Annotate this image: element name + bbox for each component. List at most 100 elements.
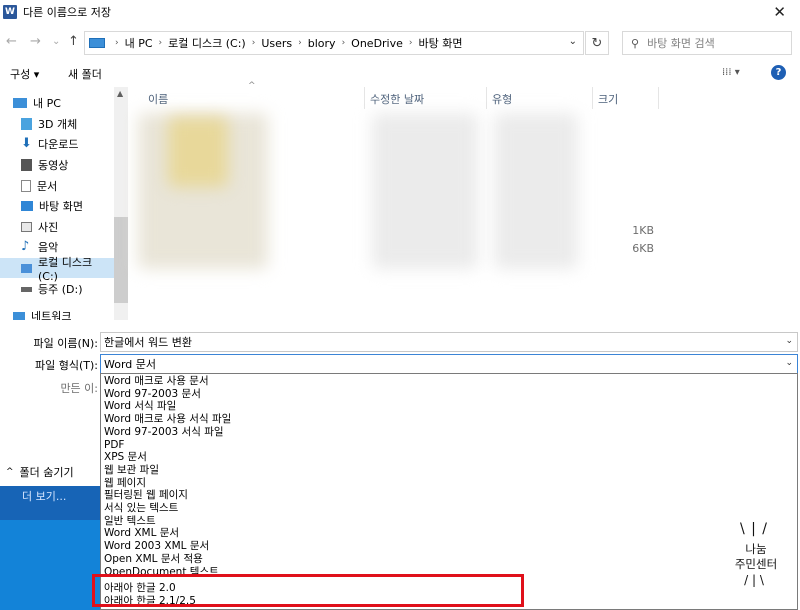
filetype-option[interactable]: XPS 문서: [104, 451, 147, 464]
navigation-pane: 내 PC 3D 개체 ⬇ 다운로드 동영상 문서 바탕 화면 사진 ♪ 음악 로…: [0, 87, 128, 320]
search-placeholder: 바탕 화면 검색: [647, 37, 715, 50]
breadcrumb-separator: ›: [408, 38, 413, 48]
title-bar: W 다른 이름으로 저장 ✕: [0, 0, 800, 24]
sidebar-item-network[interactable]: 네트워크: [0, 306, 114, 320]
filetype-option[interactable]: Word 97-2003 문서: [104, 388, 201, 401]
filetype-option[interactable]: 일반 텍스트: [104, 515, 156, 528]
sidebar-item-this-pc[interactable]: 내 PC: [0, 93, 114, 113]
blurred-file-types: [494, 113, 578, 269]
download-icon: ⬇: [21, 136, 32, 151]
breadcrumb-separator: ›: [158, 38, 163, 48]
file-size: 6KB: [632, 242, 654, 255]
word-app-icon: W: [3, 5, 17, 19]
column-header-name[interactable]: 이름: [148, 91, 168, 107]
watermark-rays-icon: \ | /: [739, 521, 769, 537]
hide-folders-button[interactable]: ^ 폴더 숨기기: [0, 460, 100, 484]
refresh-icon[interactable]: ↻: [585, 31, 609, 55]
sidebar-item-label: 바탕 화면: [39, 200, 83, 213]
filetype-option[interactable]: Word 매크로 사용 문서: [104, 375, 209, 388]
back-arrow-icon[interactable]: ←: [6, 34, 17, 49]
breadcrumb-users[interactable]: Users: [261, 37, 292, 50]
filetype-option[interactable]: Word 매크로 사용 서식 파일: [104, 413, 231, 426]
organize-button[interactable]: 구성 ▾: [10, 66, 39, 82]
desktop-behind-text: 더 보기...: [22, 490, 67, 503]
pc-icon: [89, 38, 105, 48]
breadcrumb-pc[interactable]: 내 PC: [125, 35, 153, 51]
picture-icon: [21, 222, 32, 232]
breadcrumb-onedrive[interactable]: OneDrive: [351, 37, 403, 50]
sidebar-scrollbar-thumb[interactable]: [114, 217, 128, 303]
sidebar-item-local-disk-c[interactable]: 로컬 디스크 (C:): [0, 256, 114, 283]
desktop-background-strip: 더 보기...: [0, 486, 100, 520]
music-icon: ♪: [21, 239, 30, 254]
filetype-option[interactable]: Word 97-2003 서식 파일: [104, 426, 224, 439]
breadcrumb-separator: ›: [251, 38, 256, 48]
forward-arrow-icon[interactable]: →: [30, 34, 41, 49]
cube-icon: [21, 118, 32, 130]
sidebar-item-label: 다운로드: [38, 138, 79, 151]
video-icon: [21, 159, 32, 171]
chevron-down-icon[interactable]: ⌄: [785, 358, 793, 368]
sidebar-item-label: 네트워크: [31, 310, 72, 320]
column-header-type[interactable]: 유형: [492, 91, 512, 107]
navigation-row: ← → ⌄ ↑ › 내 PC › 로컬 디스크 (C:) › Users › b…: [0, 28, 800, 58]
filetype-option[interactable]: Word 서식 파일: [104, 400, 176, 413]
close-icon[interactable]: ✕: [773, 3, 786, 21]
filetype-option[interactable]: 필터링된 웹 페이지: [104, 489, 188, 502]
file-size: 1KB: [632, 224, 654, 237]
recent-locations-icon[interactable]: ⌄: [52, 36, 60, 47]
address-bar[interactable]: › 내 PC › 로컬 디스크 (C:) › Users › blory › O…: [84, 31, 584, 55]
address-dropdown-icon[interactable]: ⌄: [569, 36, 577, 47]
sidebar-item-desktop[interactable]: 바탕 화면: [0, 196, 114, 216]
filetype-option[interactable]: 서식 있는 텍스트: [104, 502, 178, 515]
filetype-option[interactable]: 웹 페이지: [104, 477, 146, 490]
help-icon[interactable]: ?: [771, 65, 786, 80]
network-icon: [13, 311, 25, 320]
breadcrumb: › 내 PC › 로컬 디스크 (C:) › Users › blory › O…: [109, 35, 463, 51]
watermark-rays-bottom-icon: / | \: [744, 573, 764, 587]
column-divider: [658, 87, 659, 109]
new-folder-button[interactable]: 새 폴더: [68, 66, 102, 82]
toolbar: 구성 ▾ 새 폴더 ⁞⁞⁞ ▾ ?: [0, 62, 800, 84]
desktop-icon: [21, 201, 33, 211]
filename-label: 파일 이름(N):: [33, 337, 99, 350]
breadcrumb-drive[interactable]: 로컬 디스크 (C:): [168, 35, 246, 51]
view-options-icon[interactable]: ⁞⁞⁞ ▾: [722, 67, 740, 78]
sidebar-item-drive-d[interactable]: 등주 (D:): [0, 279, 114, 299]
red-highlight-box: [92, 574, 524, 607]
search-input[interactable]: ⚲ 바탕 화면 검색: [622, 31, 792, 55]
filename-value: 한글에서 워드 변환: [104, 336, 192, 349]
breadcrumb-user[interactable]: blory: [308, 37, 336, 50]
sidebar-item-videos[interactable]: 동영상: [0, 155, 114, 175]
column-header-size[interactable]: 크기: [598, 91, 618, 107]
sidebar-item-label: 문서: [37, 180, 58, 193]
filetype-option[interactable]: 웹 보관 파일: [104, 464, 159, 477]
author-label: 만든 이:: [60, 382, 98, 395]
column-divider: [592, 87, 593, 109]
chevron-down-icon[interactable]: ⌄: [785, 336, 793, 346]
sidebar-item-pictures[interactable]: 사진: [0, 217, 114, 237]
filetype-option[interactable]: Open XML 문서 적용: [104, 553, 203, 566]
filetype-option[interactable]: Word 2003 XML 문서: [104, 540, 209, 553]
filetype-option[interactable]: PDF: [104, 439, 124, 452]
watermark-line2: 주민센터: [734, 557, 778, 571]
sidebar-item-documents[interactable]: 문서: [0, 176, 114, 196]
sort-ascending-icon: ^: [248, 81, 256, 91]
up-arrow-icon[interactable]: ↑: [68, 34, 79, 49]
column-divider: [486, 87, 487, 109]
sidebar-item-label: 3D 개체: [38, 118, 78, 131]
filetype-label: 파일 형식(T):: [35, 359, 98, 372]
filetype-select[interactable]: Word 문서 ⌄: [100, 354, 798, 374]
sidebar-item-downloads[interactable]: ⬇ 다운로드: [0, 134, 114, 154]
desktop-background: [0, 520, 100, 610]
filename-field[interactable]: 한글에서 워드 변환 ⌄: [100, 332, 798, 352]
file-list: ^ 이름 수정한 날짜 유형 크기 1KB 6KB: [128, 81, 800, 320]
sidebar-item-3d-objects[interactable]: 3D 개체: [0, 114, 114, 134]
scroll-up-icon[interactable]: ▲: [117, 89, 123, 98]
filetype-selected-value: Word 문서: [104, 358, 157, 371]
blurred-modified-dates: [372, 113, 478, 269]
filetype-option[interactable]: Word XML 문서: [104, 527, 179, 540]
breadcrumb-desktop[interactable]: 바탕 화면: [419, 35, 463, 51]
column-header-modified[interactable]: 수정한 날짜: [370, 91, 424, 107]
search-icon: ⚲: [631, 36, 640, 50]
